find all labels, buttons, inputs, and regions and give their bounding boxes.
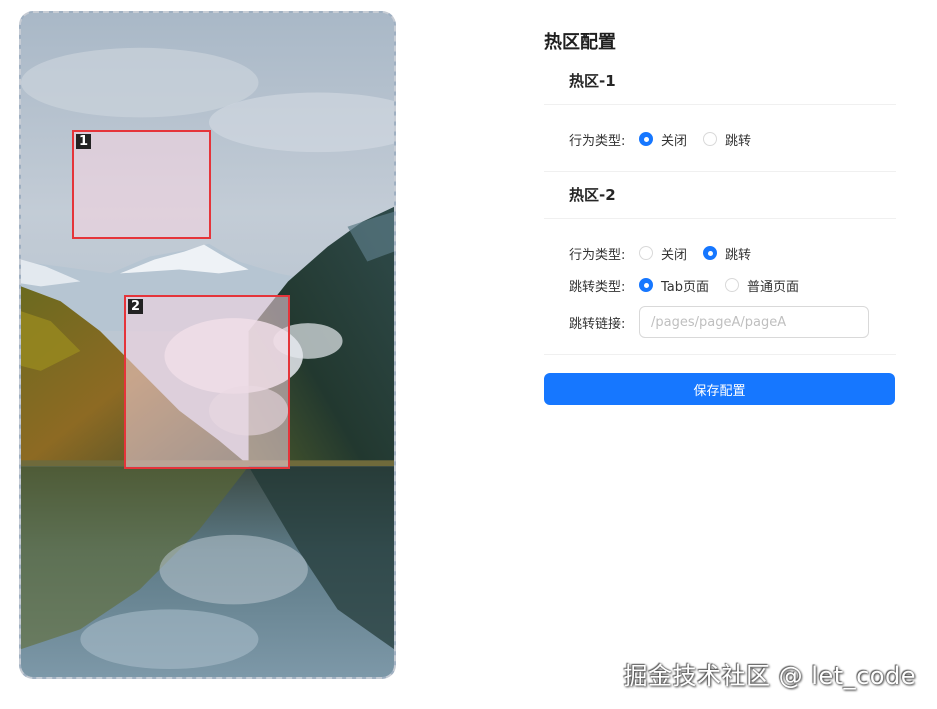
- radio-label: 跳转: [725, 133, 752, 149]
- hotspot-1-title: 热区-1: [544, 58, 896, 105]
- hotspot-2-action-close-radio[interactable]: 关闭: [639, 244, 687, 263]
- hotspot-1-action-jump-radio[interactable]: 跳转: [703, 130, 751, 149]
- radio-label: Tab页面: [661, 279, 710, 295]
- hotspot-2-action-row: 行为类型: 关闭 跳转: [569, 237, 896, 269]
- hotspot-2-index: 2: [128, 299, 144, 314]
- watermark-text: 掘金技术社区 @ let_code: [623, 662, 916, 690]
- hotspot-1-action-close-radio[interactable]: 关闭: [639, 130, 687, 149]
- radio-label: 关闭: [661, 133, 688, 149]
- hotspot-2-action-jump-radio[interactable]: 跳转: [703, 244, 751, 263]
- radio-checked-icon: [703, 246, 718, 260]
- hotspot-config-panel: 热区配置 热区-1 行为类型: 关闭 跳转 热区-2 行为类型: 关闭 跳转 跳…: [544, 28, 896, 405]
- hotspot-2[interactable]: 2: [124, 295, 290, 469]
- radio-label: 关闭: [661, 247, 688, 263]
- radio-unchecked-icon: [639, 246, 653, 260]
- hotspot-1-section: 热区-1 行为类型: 关闭 跳转: [544, 58, 896, 172]
- radio-unchecked-icon: [703, 132, 718, 146]
- hotspot-1[interactable]: 1: [72, 130, 211, 239]
- jump-type-normal-radio[interactable]: 普通页面: [725, 276, 799, 295]
- action-type-label: 行为类型:: [569, 133, 626, 149]
- action-type-label: 行为类型:: [569, 247, 626, 263]
- image-canvas[interactable]: 1 2: [19, 11, 396, 679]
- panel-title: 热区配置: [544, 32, 616, 53]
- hotspot-2-link-row: 跳转链接:: [569, 306, 896, 338]
- radio-unchecked-icon: [725, 278, 740, 292]
- radio-label: 普通页面: [747, 279, 800, 295]
- hotspot-2-jump-type-row: 跳转类型: Tab页面 普通页面: [569, 269, 896, 301]
- hotspot-2-title: 热区-2: [544, 172, 896, 219]
- hotspot-2-section: 热区-2 行为类型: 关闭 跳转 跳转类型: Tab页面 普通页面 跳转链接: …: [544, 172, 896, 355]
- jump-type-tab-radio[interactable]: Tab页面: [639, 276, 709, 295]
- jump-link-input[interactable]: [639, 306, 869, 338]
- save-config-button[interactable]: 保存配置: [544, 373, 895, 405]
- hotspot-1-index: 1: [76, 134, 92, 149]
- radio-checked-icon: [639, 278, 653, 292]
- jump-type-label: 跳转类型:: [569, 279, 626, 295]
- radio-label: 跳转: [725, 247, 752, 263]
- jump-link-label: 跳转链接:: [569, 316, 626, 332]
- hotspot-1-action-row: 行为类型: 关闭 跳转: [569, 123, 896, 155]
- radio-checked-icon: [639, 132, 653, 146]
